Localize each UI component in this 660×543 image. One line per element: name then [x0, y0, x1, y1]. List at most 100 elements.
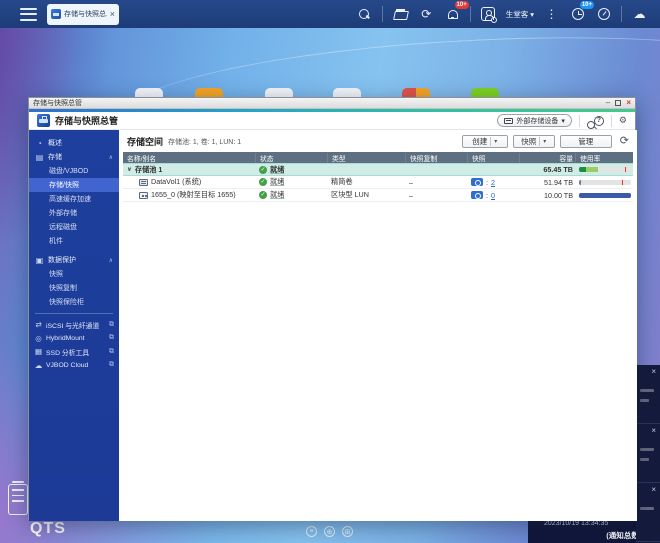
notification-toast[interactable]: × [636, 483, 660, 542]
sidebar-link-ssd-profiling[interactable]: ▦ SSD 分析工具 ⧉ [29, 345, 119, 359]
sidebar-link-iscsi[interactable]: ⇄ iSCSI 与光纤通道 ⧉ [29, 318, 119, 332]
chevron-up-icon[interactable]: ∧ [109, 154, 113, 161]
chevron-up-icon[interactable]: ∧ [109, 257, 113, 264]
tab-close-icon[interactable]: × [110, 10, 115, 19]
notification-bell-icon[interactable]: 10+ [444, 6, 461, 23]
sidebar-item-cache-acceleration[interactable]: 高速缓存加速 [29, 192, 119, 206]
sidebar-item-storage-snapshots[interactable]: 存储/快照 [29, 178, 119, 192]
background-tasks-icon[interactable]: 10+ [569, 6, 586, 23]
col-capacity[interactable]: 容量 [519, 153, 575, 163]
manage-button[interactable]: 管理 [560, 135, 612, 148]
snapshot-count-link[interactable]: 2 [491, 178, 495, 187]
resource-monitor-icon[interactable] [595, 6, 612, 23]
notification-toast[interactable]: × [636, 424, 660, 483]
table-row-lun[interactable]: 1655_0 (映射至目标 1655) ✓ 就绪 区块型 LUN – : 0 [123, 189, 633, 202]
manage-button-label: 管理 [578, 136, 593, 147]
sidebar-item-overview[interactable]: ◔ 概述 [29, 136, 119, 150]
window-titlebar[interactable]: 存储与快照总管 – × [29, 98, 635, 109]
type-cell: 区块型 LUN [327, 190, 405, 200]
data-protection-icon: ▣ [35, 256, 44, 265]
vjbod-cloud-icon: ☁ [34, 361, 43, 370]
table-row-volume[interactable]: DataVol1 (系统) ✓ 就绪 精简卷 – : 2 [123, 176, 633, 189]
overview-icon: ◔ [35, 139, 44, 148]
help-icon[interactable]: ? [594, 116, 604, 126]
external-link-icon: ⧉ [109, 334, 114, 342]
notification-toast[interactable]: × [636, 365, 660, 424]
more-options-icon[interactable]: ⋮ [543, 6, 560, 23]
taskbar-tab-label: 存储与快照总.. [64, 9, 107, 19]
status-label[interactable]: 就绪 [270, 165, 284, 175]
snapshot-button[interactable]: 快照 ▾ [513, 135, 555, 148]
sidebar-item-external-storage[interactable]: 外部存储 [29, 206, 119, 220]
create-button-label: 创建 [472, 136, 487, 147]
sidebar-link-vjbod-cloud[interactable]: ☁ VJBOD Cloud ⧉ [29, 359, 119, 373]
nas-recycle-icon[interactable] [8, 484, 28, 515]
col-status[interactable]: 状态 [255, 153, 327, 163]
external-storage-devices-button[interactable]: 外部存储设备 ▾ [497, 114, 572, 127]
create-button[interactable]: 创建 ▾ [462, 135, 508, 148]
user-avatar[interactable] [480, 6, 497, 23]
chevron-down-icon: ▾ [543, 138, 546, 145]
dock-icon-3[interactable]: ⊞ [342, 526, 353, 537]
taskbar-divider [382, 6, 383, 22]
sidebar-item-snapshot-vault[interactable]: 快照保险柜 [29, 295, 119, 309]
app-title: 存储与快照总管 [55, 114, 118, 127]
close-button[interactable]: × [626, 99, 631, 107]
notification-badge: 10+ [455, 1, 469, 9]
sidebar-item-label: 磁盘/VJBOD [49, 166, 88, 176]
minimize-button[interactable]: – [606, 99, 610, 107]
sidebar-item-snapshot-replica[interactable]: 快照复制 [29, 281, 119, 295]
user-name-label: 生堂客 [506, 9, 529, 20]
sidebar-link-label: HybridMount [46, 335, 85, 342]
sidebar-section-storage[interactable]: ▤ 存储 ∧ [29, 150, 119, 164]
status-ok-icon: ✓ [259, 178, 267, 186]
table-row-storage-pool[interactable]: ∨ 存储池 1 ✓ 就绪 65.45 TB [123, 163, 633, 176]
dock-icon-1[interactable]: ≡ [306, 526, 317, 537]
sidebar-link-label: iSCSI 与光纤通道 [46, 320, 99, 330]
external-link-icon: ⧉ [109, 348, 114, 356]
dock-icon-2[interactable]: ⊕ [324, 526, 335, 537]
device-icon [504, 118, 513, 124]
storage-summary: 存储池: 1, 卷: 1, LUN: 1 [168, 137, 241, 147]
maximize-button[interactable] [615, 100, 621, 106]
taskbar-divider [621, 6, 622, 22]
usage-bar [579, 193, 631, 198]
sidebar-item-disks-vjbod[interactable]: 磁盘/VJBOD [29, 164, 119, 178]
col-type[interactable]: 类型 [327, 153, 405, 163]
col-snapshot[interactable]: 快照 [467, 153, 519, 163]
toast-close-icon[interactable]: × [651, 368, 656, 376]
sidebar-item-remote-disk[interactable]: 远程磁盘 [29, 220, 119, 234]
col-name[interactable]: 名称/别名 [123, 153, 255, 163]
col-snapshot-replica[interactable]: 快照复制 [405, 153, 467, 163]
app-center-icon[interactable] [392, 6, 409, 23]
lun-icon [139, 192, 148, 199]
col-utilization[interactable]: 使用率 [575, 153, 633, 163]
main-menu-icon[interactable] [20, 8, 37, 21]
refresh-icon[interactable]: ⟳ [620, 136, 629, 147]
sync-icon[interactable]: ⟳ [418, 6, 435, 23]
settings-gear-icon[interactable]: ⚙ [619, 116, 627, 125]
status-ok-icon: ✓ [259, 166, 267, 174]
threshold-marker [622, 180, 624, 185]
sidebar-divider [35, 313, 113, 314]
sidebar-item-snapshot[interactable]: 快照 [29, 267, 119, 281]
sidebar-link-hybridmount[interactable]: ◎ HybridMount ⧉ [29, 332, 119, 346]
toast-text-fragment [640, 507, 654, 510]
toast-close-icon[interactable]: × [651, 486, 656, 494]
sidebar-item-label: 快照 [49, 269, 63, 279]
taskbar-tab-storage-snapshots[interactable]: 存储与快照总.. × [47, 4, 119, 25]
volume-icon [139, 179, 148, 186]
status-label[interactable]: 就绪 [270, 177, 284, 187]
toast-close-icon[interactable]: × [651, 427, 656, 435]
user-menu[interactable]: 生堂客 ▾ [506, 9, 534, 20]
myqnapcloud-icon[interactable]: ☁ [631, 6, 648, 23]
sidebar-item-label: 存储/快照 [49, 180, 79, 190]
collapse-chevron-icon[interactable]: ∨ [127, 166, 132, 173]
search-icon[interactable] [356, 6, 373, 23]
volume-name: DataVol1 (系统) [151, 177, 201, 187]
snapshot-count-link[interactable]: 0 [491, 191, 495, 200]
sidebar-section-data-protection[interactable]: ▣ 数据保护 ∧ [29, 253, 119, 267]
page-title: 存储空间 [127, 135, 163, 148]
sidebar-item-enclosure[interactable]: 机件 [29, 234, 119, 248]
status-label[interactable]: 就绪 [270, 190, 284, 200]
